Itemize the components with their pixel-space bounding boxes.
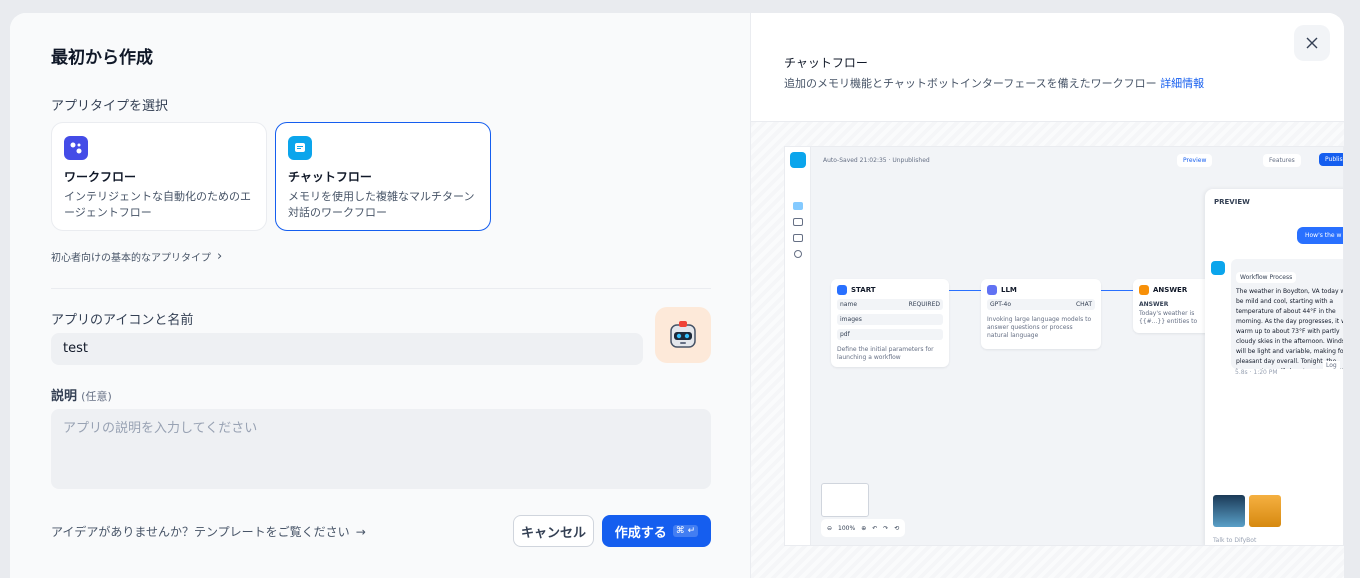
answer-title: ANSWER: [1153, 286, 1188, 294]
required-badge: REQUIRED: [908, 301, 940, 308]
close-icon: [1306, 37, 1318, 49]
log-button: Log: [1323, 361, 1340, 370]
shortcut-hint: ⌘ ↵: [672, 525, 699, 537]
app-type-name: チャットフロー: [288, 170, 372, 184]
redo-icon: ↷: [883, 524, 889, 532]
template-link[interactable]: アイデアがありませんか？テンプレートをご覧ください →: [51, 523, 366, 540]
attached-image: [1249, 495, 1281, 527]
start-title: START: [851, 286, 876, 294]
autosave-status: Auto-Saved 21:02:35 · Unpublished: [823, 157, 930, 164]
app-icon-picker[interactable]: [655, 307, 711, 363]
publish-button: Publish: [1319, 153, 1343, 166]
chat-preview-panel: PREVIEW How's the w Workflow Process The…: [1205, 189, 1344, 545]
preview-image-area: Auto-Saved 21:02:35 · Unpublished Previe…: [751, 122, 1344, 578]
create-app-dialog: 最初から作成 アプリタイプを選択 ワークフロー インテリジェントな自動化のための…: [10, 13, 1344, 578]
answer-icon: [1139, 285, 1149, 295]
chatflow-icon: [288, 136, 312, 160]
var-name: name: [840, 301, 858, 308]
workflow-process: Workflow Process: [1236, 272, 1297, 283]
llm-mode: CHAT: [1075, 301, 1092, 308]
var-name: pdf: [840, 331, 850, 338]
canvas-toolbar: ⊖ 100% ⊕ ↶ ↷ ⟲: [821, 519, 906, 537]
dialog-title: 最初から作成: [51, 48, 153, 68]
zoom-out-icon: ⊖: [827, 524, 833, 532]
start-node: START name REQUIRED images pdf Define the…: [831, 279, 949, 367]
bot-message: Workflow Process The weather in Boydton,…: [1231, 259, 1344, 369]
bot-avatar-icon: [1211, 261, 1225, 275]
history-icon: ⟲: [894, 524, 900, 532]
zoom-in-icon: ⊕: [861, 524, 867, 532]
llm-model: GPT-4o: [990, 301, 1012, 308]
desc-optional: (任意): [81, 390, 112, 403]
close-button[interactable]: [1294, 25, 1330, 61]
bot-reply: The weather in Boydton, VA today will be…: [1236, 288, 1344, 369]
create-button-label: 作成する: [614, 525, 667, 541]
preview-button: Preview: [1177, 154, 1213, 167]
llm-node: LLM GPT-4o CHAT Invoking large language m…: [981, 279, 1101, 349]
logs-icon: [792, 234, 803, 242]
desc-label-text: 説明: [51, 389, 78, 404]
preview-panel-title: PREVIEW: [1214, 198, 1250, 206]
answer-node: ANSWER ANSWER Today's weather is {{#...}…: [1133, 279, 1213, 333]
app-name-input[interactable]: test: [51, 333, 643, 365]
app-type-card-chatflow[interactable]: チャットフロー メモリを使用した複雑なマルチターン対話のワークフロー: [275, 122, 491, 231]
start-desc: Define the initial parameters for launch…: [837, 346, 934, 361]
edge: [1101, 290, 1133, 291]
user-message: How's the w: [1297, 227, 1343, 244]
robot-logo-icon: [789, 152, 806, 168]
api-icon: [792, 218, 803, 226]
chatflow-screenshot: Auto-Saved 21:02:35 · Unpublished Previe…: [784, 146, 1344, 546]
features-button: Features: [1263, 154, 1301, 167]
cancel-button[interactable]: キャンセル: [513, 515, 594, 547]
var-name: images: [840, 316, 862, 323]
minimap: [821, 483, 869, 517]
llm-desc: Invoking large language models to answer…: [987, 316, 1092, 339]
edge: [949, 290, 981, 291]
app-type-desc: インテリジェントな自動化のためのエージェントフロー: [64, 190, 251, 219]
zoom-level: 100%: [838, 524, 856, 532]
message-meta: 5.8s · 1:20 PM: [1235, 369, 1278, 376]
chevron-right-icon: ›: [217, 249, 223, 264]
app-type-card-workflow[interactable]: ワークフロー インテリジェントな自動化のためのエージェントフロー: [51, 122, 267, 231]
learn-more-link[interactable]: 詳細情報: [1160, 77, 1204, 90]
robot-avatar-icon: [670, 321, 696, 348]
llm-title: LLM: [1001, 286, 1017, 294]
app-description-textarea[interactable]: アプリの説明を入力してください: [51, 409, 711, 489]
llm-icon: [987, 285, 997, 295]
divider: [51, 288, 711, 289]
desc-label: 説明 (任意): [51, 385, 112, 404]
preview-desc-text: 追加のメモリ機能とチャットボットインターフェースを備えたワークフロー: [784, 77, 1157, 90]
name-label: アプリのアイコンと名前: [51, 313, 194, 328]
undo-icon: ↶: [872, 524, 878, 532]
app-type-name: ワークフロー: [64, 170, 137, 184]
beginner-app-types-link[interactable]: 初心者向けの基本的なアプリタイプ ›: [51, 249, 222, 264]
arrow-right-icon: →: [355, 524, 366, 539]
app-type-label: アプリタイプを選択: [51, 99, 169, 114]
app-type-desc: メモリを使用した複雑なマルチターン対話のワークフロー: [288, 190, 475, 219]
answer-label: ANSWER: [1139, 301, 1169, 308]
template-link-label: アイデアがありませんか？テンプレートをご覧ください: [51, 525, 350, 539]
answer-text: Today's weather is {{#...}} entities to …: [1139, 310, 1198, 325]
screenshot-sidebar: [785, 147, 811, 545]
workflow-icon: [64, 136, 88, 160]
start-icon: [837, 285, 847, 295]
monitor-icon: [793, 250, 802, 258]
attached-image: [1213, 495, 1245, 527]
preview-panel: チャットフロー 追加のメモリ機能とチャットボットインターフェースを備えたワークフ…: [751, 13, 1344, 578]
preview-desc: 追加のメモリ機能とチャットボットインターフェースを備えたワークフロー 詳細情報: [784, 75, 1204, 91]
beginner-link-label: 初心者向けの基本的なアプリタイプ: [51, 253, 211, 264]
form-panel: 最初から作成 アプリタイプを選択 ワークフロー インテリジェントな自動化のための…: [10, 13, 751, 578]
preview-title: チャットフロー: [784, 56, 868, 70]
create-button[interactable]: 作成する ⌘ ↵: [602, 515, 711, 547]
orchestrate-icon: [792, 202, 803, 210]
chat-input: Talk to DifyBot: [1213, 537, 1257, 544]
